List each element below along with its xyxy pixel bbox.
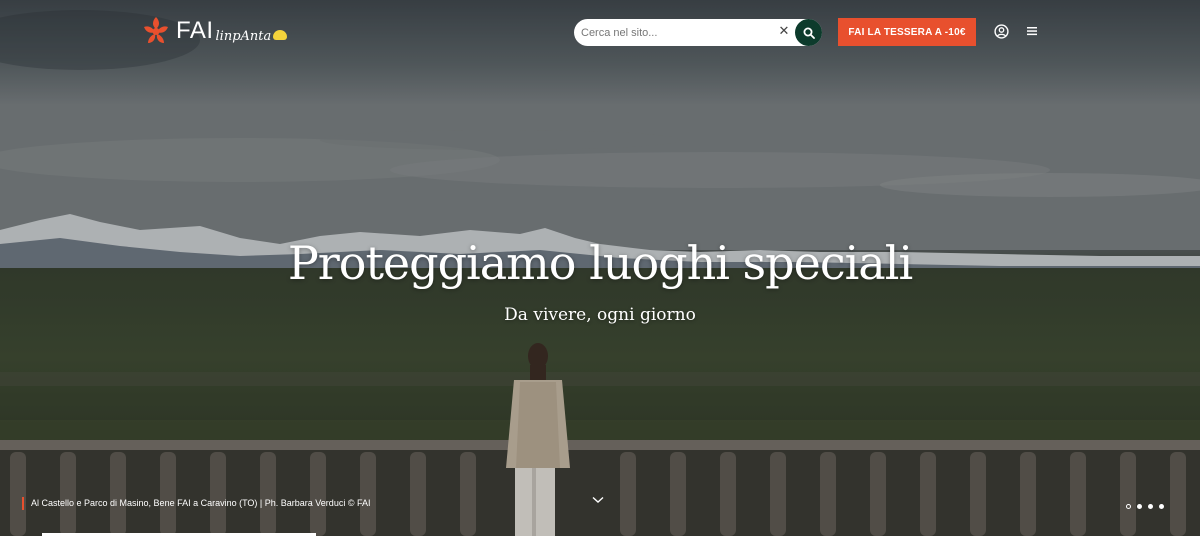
- carousel-pagination: [1126, 504, 1164, 509]
- carousel-dot[interactable]: [1159, 504, 1164, 509]
- logo-script-text: linpAnta: [215, 28, 272, 44]
- fai-logo[interactable]: FAI linpAnta: [140, 11, 288, 51]
- search-input[interactable]: [581, 22, 761, 43]
- carousel-dot[interactable]: [1137, 504, 1142, 509]
- hamburger-menu-icon[interactable]: [1026, 25, 1038, 37]
- search-icon: [803, 27, 815, 39]
- search-button[interactable]: [795, 19, 822, 46]
- photo-caption: Al Castello e Parco di Masino, Bene FAI …: [22, 497, 370, 510]
- chevron-down-icon[interactable]: [592, 496, 604, 504]
- logo-wordmark: FAI: [176, 17, 214, 44]
- carousel-dot[interactable]: [1148, 504, 1153, 509]
- user-icon[interactable]: [994, 24, 1009, 39]
- membership-cta-button[interactable]: FAI LA TESSERA A -10€: [838, 18, 976, 46]
- hero-title: Proteggiamo luoghi speciali: [287, 236, 913, 290]
- hero-subtitle: Da vivere, ogni giorno: [504, 305, 696, 325]
- search-bar: ✕: [574, 19, 822, 46]
- carousel-dot[interactable]: [1126, 504, 1131, 509]
- fai-logo-icon: [144, 17, 168, 43]
- close-icon[interactable]: ✕: [777, 24, 791, 40]
- logo-sun-icon: [273, 30, 288, 40]
